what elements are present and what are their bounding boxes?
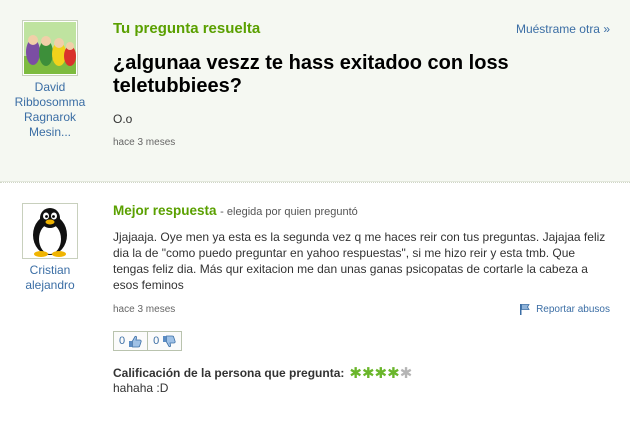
teletubbies-avatar-icon <box>24 22 76 74</box>
question-time: hace 3 meses <box>113 137 176 148</box>
flag-icon <box>520 304 530 315</box>
star-empty-icon: ✱ <box>399 365 413 382</box>
answerer-avatar[interactable] <box>22 203 78 259</box>
report-abuse-link[interactable]: Reportar abusos <box>519 303 610 315</box>
answerer-name[interactable]: Cristian alejandro <box>10 263 90 293</box>
question-title: ¿algunaa veszz te hass exitadoo con loss… <box>113 52 509 97</box>
show-another-link[interactable]: Muéstrame otra » <box>516 22 610 36</box>
thumbs-down-count: 0 <box>153 335 160 347</box>
question-section: David Ribbosomma Ragnarok Mesin... Tu pr… <box>0 0 630 182</box>
chosen-by-text: - elegida por quien preguntó <box>220 206 358 218</box>
thumbs-up-count: 0 <box>119 335 126 347</box>
star-filled-icon: ✱ <box>374 365 388 382</box>
thumbs-down-icon <box>163 335 176 347</box>
asker-avatar[interactable] <box>22 20 78 76</box>
star-filled-icon: ✱ <box>349 365 362 382</box>
answer-time: hace 3 meses <box>113 304 176 315</box>
asker-rating: Calificación de la persona que pregunta:… <box>113 364 412 382</box>
tux-penguin-avatar-icon <box>33 208 67 257</box>
rating-label: Calificación de la persona que pregunta: <box>113 366 345 380</box>
asker-name[interactable]: David Ribbosomma Ragnarok Mesin... <box>10 80 90 140</box>
thumbs-up-icon <box>129 335 142 347</box>
question-detail: O.o <box>113 112 133 126</box>
rating-comment: hahaha :D <box>113 381 169 395</box>
report-abuse-label: Reportar abusos <box>536 303 610 315</box>
thumbs-down-button[interactable]: 0 <box>147 331 183 351</box>
resolved-question-heading: Tu pregunta resuelta <box>113 20 261 37</box>
best-answer-label: Mejor respuesta <box>113 203 217 218</box>
thumbs-up-button[interactable]: 0 <box>113 331 149 351</box>
star-filled-icon: ✱ <box>361 365 375 382</box>
star-filled-icon: ✱ <box>387 365 400 382</box>
rating-stars: ✱✱✱✱✱ <box>349 364 412 382</box>
vote-buttons: 0 0 <box>113 331 183 351</box>
answer-text: Jjajaaja. Oye men ya esta es la segunda … <box>113 230 606 292</box>
best-answer-heading: Mejor respuesta - elegida por quien preg… <box>113 203 358 218</box>
